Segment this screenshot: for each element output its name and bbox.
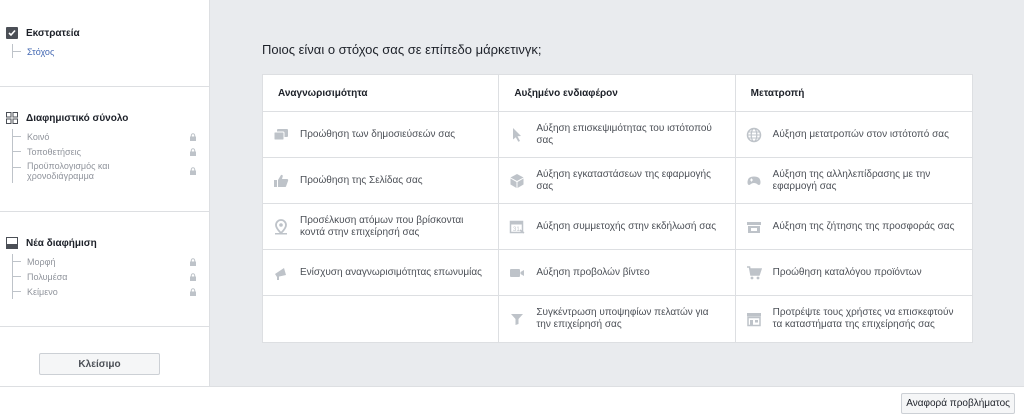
- empty-cell: [263, 296, 499, 342]
- ad-layout-icon: [6, 237, 18, 249]
- objective-label: Προσέλκυση ατόμων που βρίσκονται κοντά σ…: [300, 214, 464, 238]
- objective-label: Αύξηση μετατροπών στον ιστότοπό σας: [772, 128, 949, 140]
- column-header: Αναγνωρισιμότητα: [263, 75, 499, 112]
- column-header: Μετατροπή: [735, 75, 972, 112]
- sidebar-item-label: Κοινό: [27, 131, 50, 142]
- objective-question: Ποιος είναι ο στόχος σας σε επίπεδο μάρκ…: [262, 42, 542, 57]
- sidebar: Εκστρατεία Στόχος Διαφημιστικό σύνολο Κο…: [0, 0, 210, 386]
- column-conversion: Μετατροπή Αύξηση μετατροπών στον ιστότοπ…: [735, 75, 972, 342]
- objective-label: Προώθηση καταλόγου προϊόντων: [772, 266, 922, 278]
- sidebar-item-label: Προϋπολογισμός και χρονοδιάγραμμα: [27, 161, 110, 181]
- sidebar-item-text[interactable]: Κείμενο: [13, 284, 209, 299]
- objective-label: Αύξηση της αλληλεπίδρασης με την εφαρμογ…: [772, 168, 931, 192]
- sidebar-item-objective[interactable]: Στόχος: [12, 44, 209, 58]
- sidebar-item-label: Τοποθετήσεις: [27, 146, 81, 157]
- checkbox-checked-icon: [6, 27, 18, 39]
- calendar-icon: 31: [509, 219, 525, 235]
- column-consideration: Αυξημένο ενδιαφέρον Αύξηση επισκεψιμότητ…: [499, 75, 736, 342]
- objective-video-views[interactable]: Αύξηση προβολών βίντεο: [499, 250, 735, 296]
- report-problem-button[interactable]: Αναφορά προβλήματος: [901, 393, 1015, 414]
- sidebar-item-label: Πολυμέσα: [27, 271, 68, 282]
- objective-event-responses[interactable]: 31 Αύξηση συμμετοχής στην εκδήλωσή σας: [499, 204, 735, 250]
- objective-store-visits[interactable]: Προτρέψτε τους χρήστες να επισκεφτούν τα…: [736, 296, 972, 342]
- objective-label: Αύξηση επισκεψιμότητας του ιστότοπού σας: [536, 122, 712, 146]
- objective-app-installs[interactable]: Αύξηση εγκαταστάσεων της εφαρμογής σας: [499, 158, 735, 204]
- objective-label: Προώθηση της Σελίδας σας: [300, 174, 423, 186]
- objective-brand-awareness[interactable]: Ενίσχυση αναγνωρισιμότητας επωνυμίας: [263, 250, 499, 296]
- column-header: Αυξημένο ενδιαφέρον: [499, 75, 735, 112]
- post-boost-icon: [273, 127, 289, 143]
- objective-label: Αύξηση της ζήτησης της προσφοράς σας: [772, 220, 955, 232]
- objective-label: Ενίσχυση αναγνωρισιμότητας επωνυμίας: [300, 266, 482, 278]
- objective-label: Προώθηση των δημοσιεύσεών σας: [300, 128, 456, 140]
- lock-icon: [189, 287, 197, 296]
- sidebar-item-label: Μορφή: [27, 256, 56, 267]
- objective-offer-claims[interactable]: Αύξηση της ζήτησης της προσφοράς σας: [735, 204, 972, 250]
- objective-label: Προτρέψτε τους χρήστες να επισκεφτούν τα…: [772, 307, 954, 330]
- sidebar-campaign-heading[interactable]: Εκστρατεία: [6, 26, 209, 40]
- lock-icon: [189, 167, 197, 175]
- lock-icon: [189, 132, 197, 141]
- sidebar-section-adset: Διαφημιστικό σύνολο Κοινό Τοποθετήσεις Π…: [0, 87, 209, 212]
- sidebar-section-campaign: Εκστρατεία Στόχος: [0, 0, 209, 87]
- offer-icon: [746, 219, 762, 235]
- objective-label: Συγκέντρωση υποψηφίων πελατών για την επ…: [536, 307, 709, 330]
- cursor-icon: [509, 127, 525, 143]
- sidebar-item-placements[interactable]: Τοποθετήσεις: [13, 144, 209, 159]
- funnel-icon: [509, 311, 525, 327]
- video-camera-icon: [509, 265, 525, 281]
- objective-conversions[interactable]: Αύξηση μετατροπών στον ιστότοπό σας: [735, 112, 972, 158]
- sidebar-item-audience[interactable]: Κοινό: [13, 129, 209, 144]
- objective-reach-nearby[interactable]: Προσέλκυση ατόμων που βρίσκονται κοντά σ…: [263, 204, 499, 250]
- location-pin-icon: [273, 218, 289, 235]
- objective-label: Αύξηση προβολών βίντεο: [536, 266, 650, 278]
- objective-promote-page[interactable]: Προώθηση της Σελίδας σας: [263, 158, 499, 204]
- objective-grid: Αναγνωρισιμότητα Προώθηση των δημοσιεύσε…: [262, 74, 973, 343]
- like-icon: [273, 173, 289, 189]
- game-controller-icon: [746, 173, 762, 189]
- globe-icon: [746, 127, 762, 143]
- sidebar-item-format[interactable]: Μορφή: [13, 254, 209, 269]
- lock-icon: [189, 147, 197, 156]
- shopping-cart-icon: [746, 265, 762, 281]
- adset-grid-icon: [6, 112, 18, 124]
- footer-bar: Αναφορά προβλήματος: [0, 386, 1024, 414]
- sidebar-section-ad: Νέα διαφήμιση Μορφή Πολυμέσα Κείμενο: [0, 212, 209, 327]
- objective-catalog-sales[interactable]: Προώθηση καταλόγου προϊόντων: [735, 250, 972, 296]
- sidebar-item-label: Στόχος: [27, 47, 55, 57]
- megaphone-icon: [273, 265, 289, 281]
- objective-boost-posts[interactable]: Προώθηση των δημοσιεύσεών σας: [263, 112, 499, 158]
- sidebar-item-label: Κείμενο: [27, 286, 58, 297]
- sidebar-item-media[interactable]: Πολυμέσα: [13, 269, 209, 284]
- close-button[interactable]: Κλείσιμο: [39, 353, 160, 375]
- objective-app-engagement[interactable]: Αύξηση της αλληλεπίδρασης με την εφαρμογ…: [735, 158, 972, 204]
- lock-icon: [189, 272, 197, 281]
- sidebar-item-budget-schedule[interactable]: Προϋπολογισμός και χρονοδιάγραμμα: [13, 159, 209, 183]
- sidebar-adset-title: Διαφημιστικό σύνολο: [26, 112, 129, 124]
- sidebar-ad-title: Νέα διαφήμιση: [26, 237, 97, 249]
- app-box-icon: [509, 173, 525, 189]
- sidebar-ad-heading[interactable]: Νέα διαφήμιση: [6, 236, 209, 250]
- sidebar-adset-heading[interactable]: Διαφημιστικό σύνολο: [6, 111, 209, 125]
- svg-text:31: 31: [513, 227, 520, 233]
- lock-icon: [189, 257, 197, 266]
- objective-label: Αύξηση εγκαταστάσεων της εφαρμογής σας: [536, 168, 711, 192]
- column-awareness: Αναγνωρισιμότητα Προώθηση των δημοσιεύσε…: [263, 75, 500, 342]
- objective-label: Αύξηση συμμετοχής στην εκδήλωσή σας: [536, 220, 717, 232]
- objective-traffic[interactable]: Αύξηση επισκεψιμότητας του ιστότοπού σας: [499, 112, 735, 158]
- sidebar-campaign-title: Εκστρατεία: [26, 27, 80, 39]
- objective-lead-generation[interactable]: Συγκέντρωση υποψηφίων πελατών για την επ…: [499, 296, 734, 342]
- storefront-icon: [746, 311, 762, 327]
